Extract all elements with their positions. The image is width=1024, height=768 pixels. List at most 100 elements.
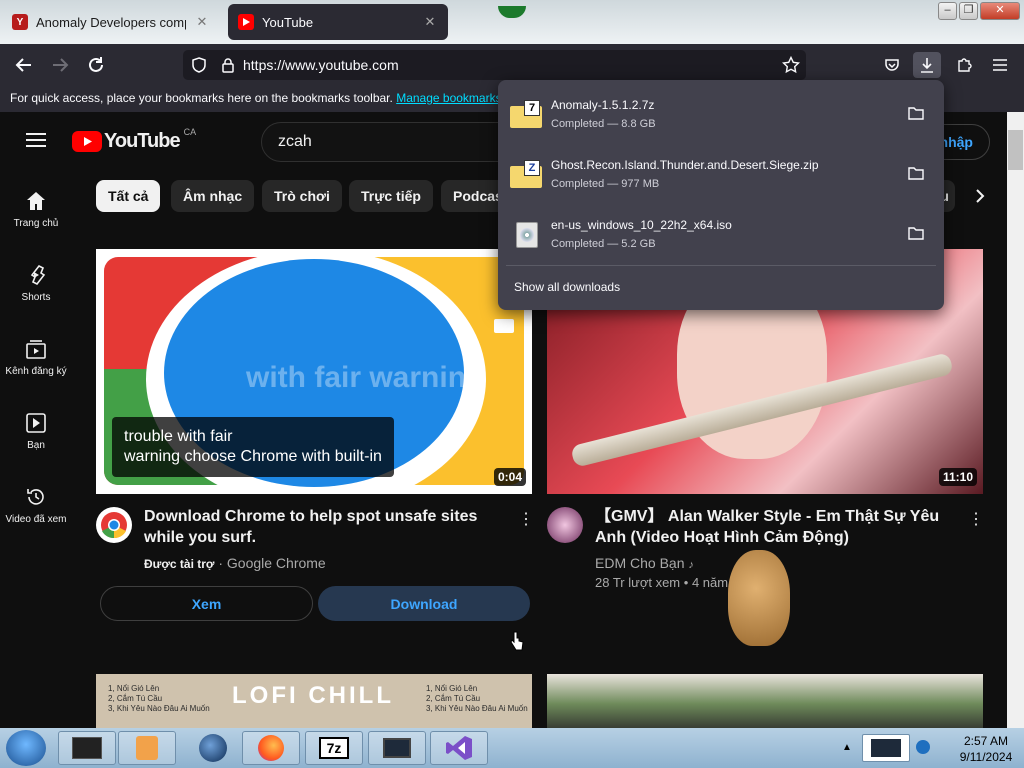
show-in-folder-icon[interactable] [908, 106, 924, 120]
channel-name[interactable]: Google Chrome [227, 555, 326, 571]
duration-badge: 11:10 [938, 468, 977, 486]
video-title[interactable]: 【GMV】 Alan Walker Style - Em Thật Sự Yêu… [595, 506, 965, 548]
tracklist-left: 1, Nổi Gió Lên 2, Cắm Tú Cầu 3, Khi Yêu … [108, 684, 210, 714]
more-options-icon[interactable]: ⋮ [968, 510, 984, 530]
taskbar-7zip[interactable]: 7z [305, 731, 363, 765]
chip-live[interactable]: Trực tiếp [349, 180, 433, 212]
sidebar-item-history[interactable]: Video đã xem [0, 486, 72, 525]
video-title[interactable]: Download Chrome to help spot unsafe site… [144, 506, 504, 548]
download-filename: en-us_windows_10_22h2_x64.iso [551, 218, 732, 232]
channel-name[interactable]: EDM Cho Bạn [595, 555, 684, 571]
minimize-button[interactable]: – [938, 2, 957, 20]
forward-button[interactable] [46, 52, 74, 78]
track: 3, Khi Yêu Nào Đâu Ai Muốn [108, 704, 210, 713]
download-item[interactable]: Z Ghost.Recon.Island.Thunder.and.Desert.… [506, 148, 936, 204]
subscriptions-icon [26, 340, 46, 359]
chrome-icon [101, 512, 127, 539]
download-item[interactable]: en-us_windows_10_22h2_x64.iso Completed … [506, 208, 936, 264]
tab-youtube[interactable]: YouTube ✕ [228, 4, 448, 40]
download-item[interactable]: 7 Anomaly-1.5.1.2.7z Completed — 8.8 GB [506, 88, 936, 144]
tab-anomaly[interactable]: Y Anomaly Developers company ✕ [2, 4, 220, 40]
track: 2, Cắm Tú Cầu [108, 694, 163, 703]
sidebar-item-subscriptions[interactable]: Kênh đăng ký [0, 338, 72, 377]
pocket-icon [885, 59, 899, 71]
track: 1, Nổi Gió Lên [426, 684, 478, 693]
scrollbar-thumb[interactable] [1008, 130, 1023, 170]
region-code: CA [183, 126, 197, 137]
media-player-icon [136, 736, 158, 760]
sidebar-label: Bạn [27, 440, 45, 451]
close-window-button[interactable]: ✕ [980, 2, 1020, 20]
sponsor-line: Được tài trợ · Google Chrome [144, 555, 326, 571]
sidebar-label: Trang chủ [13, 218, 59, 229]
more-options-icon[interactable]: ⋮ [518, 510, 534, 530]
chip-games[interactable]: Trò chơi [262, 180, 342, 212]
terminal-icon [72, 737, 102, 759]
youtube-favicon-icon [238, 14, 254, 30]
manage-bookmarks-link[interactable]: Manage bookmarks... [396, 91, 511, 105]
youtube-play-logo-icon [72, 131, 102, 152]
clock-date: 9/11/2024 [959, 750, 1013, 764]
watch-button[interactable]: Xem [100, 586, 313, 621]
downloads-button[interactable] [913, 52, 941, 78]
network-tray-icon[interactable] [916, 740, 930, 754]
youtube-logo[interactable]: YouTube CA [72, 126, 197, 153]
hand-cursor-icon [510, 631, 524, 651]
start-orb-icon[interactable] [6, 730, 46, 766]
monitor-icon [383, 738, 411, 758]
address-bar[interactable] [183, 50, 806, 80]
tab-title: Anomaly Developers company [36, 14, 186, 30]
show-in-folder-icon[interactable] [908, 226, 924, 240]
caption-line: trouble with fair [124, 428, 233, 445]
chip-music[interactable]: Âm nhạc [171, 180, 255, 212]
restore-button[interactable]: ❐ [959, 2, 978, 20]
close-tab-icon[interactable]: ✕ [194, 14, 210, 30]
show-in-folder-icon[interactable] [908, 166, 924, 180]
video-thumbnail-crowd[interactable] [547, 674, 983, 728]
close-tab-icon[interactable]: ✕ [422, 14, 438, 30]
taskbar-firefox[interactable] [242, 731, 300, 765]
chips-next-button[interactable] [968, 184, 992, 208]
chrome-channel-avatar[interactable] [96, 507, 132, 543]
show-hidden-icons-icon[interactable]: ▲ [842, 742, 852, 753]
pocket-button[interactable] [878, 52, 906, 78]
page-scrollbar[interactable] [1007, 112, 1024, 728]
taskbar-media-player[interactable] [118, 731, 176, 765]
url-input[interactable] [243, 57, 782, 73]
tracklist-right: 1, Nổi Gió Lên 2, Cắm Tú Cầu 3, Khi Yêu … [426, 684, 528, 714]
show-all-downloads-link[interactable]: Show all downloads [514, 280, 620, 294]
reload-button[interactable] [82, 52, 110, 78]
hamburger-menu-icon [993, 59, 1007, 71]
download-status: Completed — 8.8 GB [551, 118, 656, 130]
taskbar-globe[interactable] [184, 731, 242, 765]
sidebar-item-shorts[interactable]: Shorts [0, 264, 72, 303]
download-cta-button[interactable]: Download [318, 586, 530, 621]
chip-all[interactable]: Tất cả [96, 180, 161, 212]
panel-divider [506, 265, 936, 266]
search-box[interactable]: zcah [261, 122, 501, 162]
sidebar-label: Kênh đăng ký [5, 366, 67, 377]
search-input[interactable]: zcah [278, 133, 312, 151]
reload-icon [89, 57, 103, 72]
back-button[interactable] [10, 52, 38, 78]
video-thumbnail-lofi[interactable]: 1, Nổi Gió Lên 2, Cắm Tú Cầu 3, Khi Yêu … [96, 674, 532, 728]
system-clock[interactable]: 2:57 AM 9/11/2024 [956, 733, 1016, 765]
download-status: Completed — 977 MB [551, 178, 660, 190]
taskbar-monitor[interactable] [368, 731, 426, 765]
disc-image-icon [510, 220, 542, 250]
taskbar-visual-studio[interactable] [430, 731, 488, 765]
extensions-button[interactable] [950, 52, 978, 78]
menu-button[interactable] [986, 52, 1014, 78]
video-thumbnail-chrome[interactable]: with fair warning trouble with fair warn… [96, 249, 532, 494]
edm-channel-avatar[interactable] [547, 507, 583, 543]
guide-menu-button[interactable] [26, 132, 46, 153]
view-count: 28 Tr lượt xem [595, 575, 681, 590]
taskbar-terminal[interactable] [58, 731, 116, 765]
sidebar-item-home[interactable]: Trang chủ [0, 190, 72, 229]
tray-thumbnail[interactable] [862, 734, 910, 762]
sidebar-item-you[interactable]: Bạn [0, 412, 72, 451]
captions-icon [494, 319, 514, 333]
sponsored-label: Được tài trợ [144, 557, 215, 571]
globe-icon [199, 734, 227, 762]
download-arrow-icon [921, 58, 933, 73]
